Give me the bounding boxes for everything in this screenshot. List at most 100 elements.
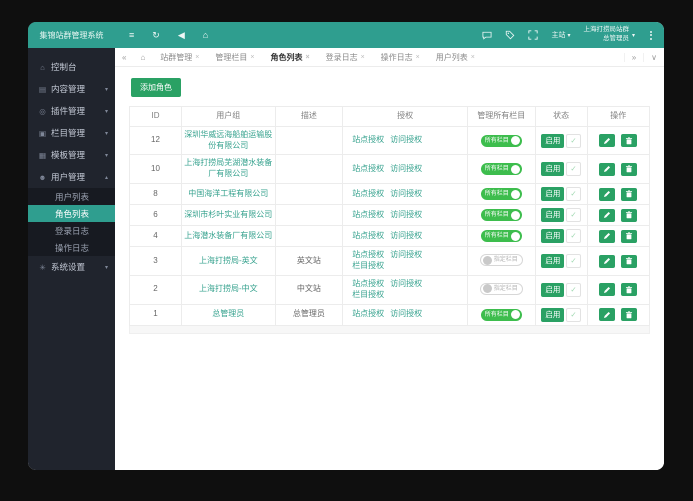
tab[interactable]: 站群管理 × [152,48,207,66]
tab[interactable]: 登录日志 × [318,48,373,66]
columns-scope-toggle[interactable]: 所有栏目 [481,163,522,175]
user-group-link[interactable]: 上海打捞局-英文 [199,256,258,265]
message-icon[interactable] [482,31,492,40]
columns-scope-toggle[interactable]: 所有栏目 [481,230,522,242]
status-enabled-button[interactable]: 启用 [541,283,564,297]
tab-options-icon[interactable]: ∨ [643,53,664,62]
sidebar-subitem[interactable]: 角色列表 [28,205,115,222]
sidebar-item[interactable]: ☻ 用户管理 ▴ [28,166,115,188]
status-enabled-button[interactable]: 启用 [541,254,564,268]
sidebar-subitem[interactable]: 用户列表 [28,188,115,205]
auth-link[interactable]: 访问授权 [390,231,422,240]
sidebar-item[interactable]: ◎ 插件管理 ▾ [28,100,115,122]
home-tab-icon[interactable]: ⌂ [133,53,152,62]
auth-link[interactable]: 栏目授权 [352,261,384,270]
status-enabled-button[interactable]: 启用 [541,187,564,201]
auth-link[interactable]: 站点授权 [352,210,384,219]
delete-button[interactable] [621,283,637,296]
edit-button[interactable] [599,308,615,321]
edit-button[interactable] [599,255,615,268]
collapse-tabs-icon[interactable]: « [115,53,133,62]
menu-icon[interactable]: ≡ [129,31,134,40]
fullscreen-icon[interactable] [528,30,538,40]
columns-scope-toggle[interactable]: 所有栏目 [481,188,522,200]
auth-link[interactable]: 栏目授权 [352,290,384,299]
tab[interactable]: 操作日志 × [373,48,428,66]
user-group-link[interactable]: 中国海洋工程有限公司 [188,189,268,198]
expand-tabs-icon[interactable]: » [624,53,643,62]
status-check-button[interactable]: ✓ [566,208,580,222]
auth-link[interactable]: 访问授权 [390,164,422,173]
sidebar-item[interactable]: ▣ 栏目管理 ▾ [28,122,115,144]
sidebar-item[interactable]: ✳ 系统设置 ▾ [28,256,115,278]
auth-link[interactable]: 站点授权 [352,250,384,259]
columns-scope-toggle[interactable]: 所有栏目 [481,309,522,321]
add-role-button[interactable]: 添加角色 [131,78,181,97]
delete-button[interactable] [621,308,637,321]
sidebar-item[interactable]: ▤ 内容管理 ▾ [28,78,115,100]
status-enabled-button[interactable]: 启用 [541,208,564,222]
status-check-button[interactable]: ✓ [566,283,580,297]
status-enabled-button[interactable]: 启用 [541,162,564,176]
close-tab-icon[interactable]: × [305,54,309,61]
edit-button[interactable] [599,163,615,176]
auth-link[interactable]: 访问授权 [390,135,422,144]
auth-link[interactable]: 站点授权 [352,164,384,173]
auth-link[interactable]: 访问授权 [390,189,422,198]
user-group-link[interactable]: 总管理员 [212,309,244,318]
close-tab-icon[interactable]: × [195,54,199,61]
delete-button[interactable] [621,255,637,268]
user-dropdown[interactable]: 上海打捞局站群 总管理员 ▾ [583,26,635,44]
sidebar-item[interactable]: ⌂ 控制台 [28,56,115,78]
user-group-link[interactable]: 上海潜水装备厂有限公司 [184,231,272,240]
status-check-button[interactable]: ✓ [566,134,580,148]
columns-scope-toggle[interactable]: 所有栏目 [481,209,522,221]
status-check-button[interactable]: ✓ [566,254,580,268]
sidebar-item[interactable]: ▦ 模板管理 ▾ [28,144,115,166]
edit-button[interactable] [599,134,615,147]
sidebar-subitem[interactable]: 操作日志 [28,239,115,256]
auth-link[interactable]: 站点授权 [352,231,384,240]
delete-button[interactable] [621,163,637,176]
tab[interactable]: 管理栏目 × [207,48,262,66]
refresh-icon[interactable]: ↻ [152,31,160,40]
status-check-button[interactable]: ✓ [566,162,580,176]
delete-button[interactable] [621,188,637,201]
edit-button[interactable] [599,188,615,201]
home-icon[interactable]: ⌂ [203,31,208,40]
tag-icon[interactable] [505,30,515,40]
delete-button[interactable] [621,230,637,243]
columns-scope-toggle[interactable]: 指定栏目 [480,283,523,295]
user-group-link[interactable]: 深圳华威远海船舶运输股份有限公司 [184,130,272,150]
status-enabled-button[interactable]: 启用 [541,134,564,148]
status-check-button[interactable]: ✓ [566,308,580,322]
auth-link[interactable]: 访问授权 [390,250,422,259]
tab[interactable]: 角色列表 × [262,48,317,66]
status-enabled-button[interactable]: 启用 [541,308,564,322]
close-tab-icon[interactable]: × [250,54,254,61]
status-check-button[interactable]: ✓ [566,229,580,243]
auth-link[interactable]: 站点授权 [352,135,384,144]
user-group-link[interactable]: 上海打捞局-中文 [199,284,258,293]
columns-scope-toggle[interactable]: 指定栏目 [480,254,523,266]
status-enabled-button[interactable]: 启用 [541,229,564,243]
auth-link[interactable]: 访问授权 [390,309,422,318]
auth-link[interactable]: 站点授权 [352,189,384,198]
close-tab-icon[interactable]: × [361,54,365,61]
columns-scope-toggle[interactable]: 所有栏目 [481,135,522,147]
tab[interactable]: 用户列表 × [428,48,483,66]
site-dropdown[interactable]: 主站 ▾ [551,30,570,40]
kebab-menu-icon[interactable] [648,29,654,42]
delete-button[interactable] [621,209,637,222]
close-tab-icon[interactable]: × [416,54,420,61]
user-group-link[interactable]: 上海打捞局芜湖潜水装备厂有限公司 [184,158,272,178]
user-group-link[interactable]: 深圳市杉叶实业有限公司 [184,210,272,219]
status-check-button[interactable]: ✓ [566,187,580,201]
delete-button[interactable] [621,134,637,147]
edit-button[interactable] [599,230,615,243]
auth-link[interactable]: 站点授权 [352,309,384,318]
auth-link[interactable]: 访问授权 [390,210,422,219]
clear-icon[interactable]: ◀ [178,31,185,40]
edit-button[interactable] [599,209,615,222]
auth-link[interactable]: 站点授权 [352,279,384,288]
